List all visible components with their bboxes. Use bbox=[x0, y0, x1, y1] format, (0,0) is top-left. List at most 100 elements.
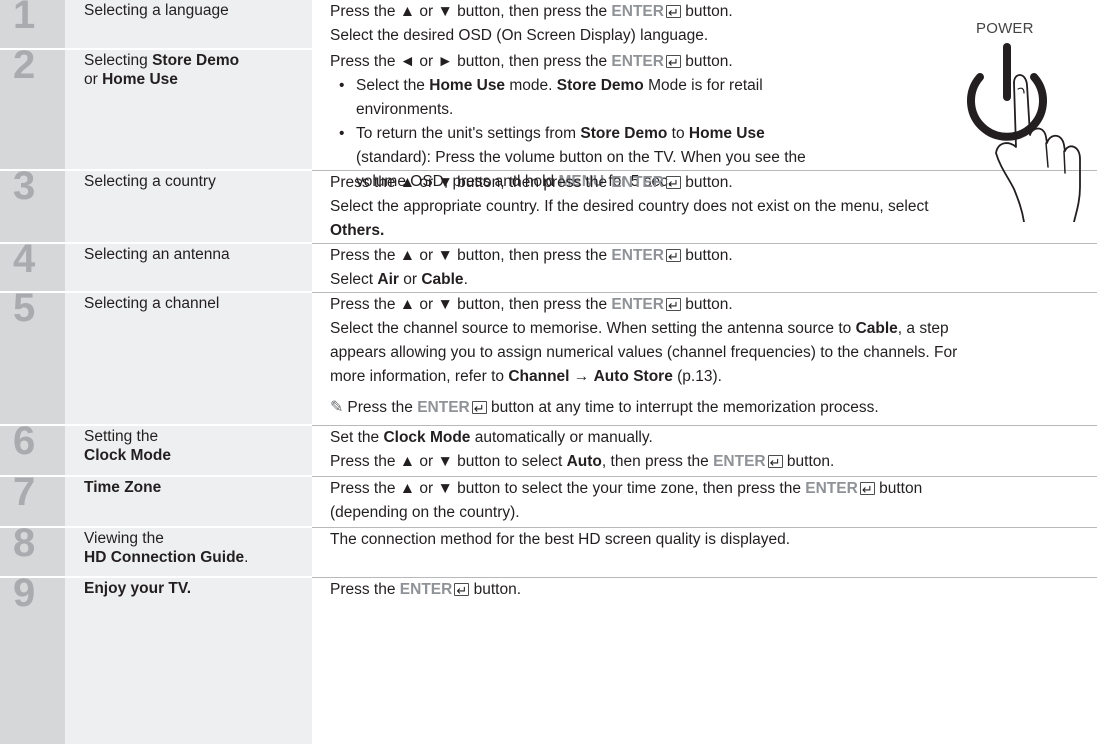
instruction-line: Press the ▲ or ▼ button, then press the … bbox=[330, 244, 1097, 269]
instruction-bold: Others. bbox=[330, 222, 385, 239]
step-label: Selecting Store Demo or Home Use bbox=[65, 50, 312, 171]
step-number: 1 bbox=[13, 0, 36, 37]
step-label-text: Selecting bbox=[84, 52, 153, 69]
step-number: 4 bbox=[13, 237, 36, 281]
step-number: 7 bbox=[13, 470, 36, 514]
instruction-line: more information, refer to Channel → Aut… bbox=[330, 365, 1097, 389]
step-label: Enjoy your TV. bbox=[65, 578, 312, 744]
bullet-bold: Home Use bbox=[688, 125, 765, 142]
instruction-text: Press the ◄ or ► button, then press the bbox=[330, 53, 612, 70]
step-label: Selecting a country bbox=[65, 171, 312, 244]
enter-key-label: ENTER bbox=[611, 174, 664, 191]
instruction-bold: Auto Store bbox=[593, 368, 673, 385]
instruction-text: Press the ▲ or ▼ button, then press the bbox=[330, 296, 612, 313]
instruction-text: Press the bbox=[330, 581, 400, 598]
instruction-bold: Air bbox=[377, 271, 399, 288]
bullet-bold: Home Use bbox=[429, 77, 506, 94]
enter-icon bbox=[859, 478, 875, 502]
instruction-text: Press the ▲ or ▼ button, then press the bbox=[330, 174, 612, 191]
step-label-text: . bbox=[244, 549, 249, 566]
instruction-text: , then press the bbox=[601, 453, 714, 470]
step-label-bold: Store Demo bbox=[152, 52, 240, 69]
enter-key-label: ENTER bbox=[713, 453, 766, 470]
step-label-text: Selecting a channel bbox=[84, 295, 220, 312]
enter-icon bbox=[665, 245, 681, 269]
enter-icon bbox=[454, 579, 470, 603]
enter-icon bbox=[767, 451, 783, 475]
setup-steps-page: 1 Selecting a language Press the ▲ or ▼ … bbox=[0, 0, 1097, 744]
step-content: Press the ENTER button. bbox=[330, 578, 1097, 603]
step-number: 3 bbox=[13, 164, 36, 208]
step-label-text: Viewing the bbox=[84, 530, 164, 547]
instruction-line: Press the ▲ or ▼ button to select the yo… bbox=[330, 477, 1097, 502]
bullet-bold: Store Demo bbox=[556, 77, 644, 94]
note-text: Press the bbox=[347, 399, 418, 416]
enter-key-label: ENTER bbox=[805, 480, 858, 497]
step-label: Viewing the HD Connection Guide. bbox=[65, 528, 312, 578]
enter-key-label: ENTER bbox=[611, 53, 664, 70]
instruction-line: (depending on the country). bbox=[330, 504, 520, 521]
bullet-text: mode. bbox=[505, 77, 557, 94]
step-row-2: 2 Selecting Store Demo or Home Use Press… bbox=[0, 45, 1097, 190]
step-label-text: Selecting a country bbox=[84, 173, 216, 190]
bullet-text: to bbox=[667, 125, 689, 142]
step-row-7: 7 Time Zone Press the ▲ or ▼ button to s… bbox=[0, 472, 1097, 528]
instruction-line: Press the ENTER button. bbox=[330, 578, 1097, 603]
step-label-text: Selecting an antenna bbox=[84, 246, 230, 263]
step-number: 9 bbox=[13, 571, 36, 615]
instruction-text: Select the channel source to memorise. W… bbox=[330, 320, 856, 337]
instruction-bold: Cable bbox=[421, 271, 464, 288]
enter-key-label: ENTER bbox=[611, 3, 664, 20]
power-hand-icon bbox=[967, 43, 1081, 222]
instruction-text: button. bbox=[680, 53, 733, 70]
step-row-9: 9 Enjoy your TV. Press the ENTER button. bbox=[0, 573, 1097, 744]
instruction-text: → bbox=[569, 368, 594, 385]
step-row-1: 1 Selecting a language Press the ▲ or ▼ … bbox=[0, 0, 1097, 50]
bullet-text: Select the bbox=[356, 77, 430, 94]
step-label-text: Setting the bbox=[84, 428, 159, 445]
instruction-text: button. bbox=[469, 581, 522, 598]
bullet-text: Mode is for retail bbox=[643, 77, 763, 94]
step-number-cell: 9 bbox=[0, 573, 65, 744]
instruction-text: more information, refer to bbox=[330, 368, 509, 385]
step-number: 5 bbox=[13, 286, 36, 330]
note-pencil-icon: ✎ bbox=[330, 399, 344, 416]
step-label: Selecting an antenna bbox=[65, 244, 312, 293]
instruction-text: . bbox=[463, 271, 468, 288]
instruction-line: Select the channel source to memorise. W… bbox=[330, 317, 1097, 341]
step-row-6: 6 Setting the Clock Mode Set the Clock Mo… bbox=[0, 421, 1097, 477]
step-number-cell: 5 bbox=[0, 288, 65, 426]
enter-icon bbox=[471, 397, 487, 421]
step-label-text: or bbox=[84, 71, 103, 88]
instruction-text: button. bbox=[782, 453, 835, 470]
instruction-text: Press the ▲ or ▼ button, then press the bbox=[330, 3, 612, 20]
instruction-line: Press the ▲ or ▼ button, then press the … bbox=[330, 293, 1097, 318]
instruction-line: appears allowing you to assign numerical… bbox=[330, 344, 958, 361]
step-label-bold: Time Zone bbox=[84, 479, 162, 496]
step-number: 2 bbox=[13, 43, 36, 87]
enter-key-label: ENTER bbox=[611, 247, 664, 264]
step-row-8: 8 Viewing the HD Connection Guide. The co… bbox=[0, 523, 1097, 578]
step-content: Press the ▲ or ▼ button to select the yo… bbox=[330, 477, 1097, 525]
step-number: 8 bbox=[13, 521, 36, 565]
instruction-text: , a step bbox=[897, 320, 949, 337]
step-content: Press the ▲ or ▼ button, then press the … bbox=[330, 293, 1097, 421]
enter-icon bbox=[665, 51, 681, 75]
step-label: Selecting a language bbox=[65, 0, 312, 50]
enter-key-label: ENTER bbox=[417, 399, 470, 416]
instruction-line: Press the ▲ or ▼ button to select Auto, … bbox=[330, 450, 1097, 475]
enter-key-label: ENTER bbox=[399, 581, 453, 598]
instruction-text: Select bbox=[330, 271, 378, 288]
instruction-bold: Channel bbox=[508, 368, 570, 385]
step-label-bold: Clock Mode bbox=[84, 447, 171, 464]
bullet-text: To return the unit's settings from bbox=[356, 125, 581, 142]
step-label-bold: Enjoy your TV. bbox=[84, 580, 192, 597]
instruction-line: Others. bbox=[330, 219, 1097, 243]
enter-icon bbox=[665, 294, 681, 318]
step-label: Selecting a channel bbox=[65, 293, 312, 426]
enter-icon bbox=[665, 172, 681, 196]
instruction-text: (p.13). bbox=[672, 368, 722, 385]
step-label: Time Zone bbox=[65, 477, 312, 528]
instruction-line: Set the Clock Mode automatically or manu… bbox=[330, 426, 1097, 450]
step-row-3: 3 Selecting a country Press the ▲ or ▼ b… bbox=[0, 166, 1097, 244]
